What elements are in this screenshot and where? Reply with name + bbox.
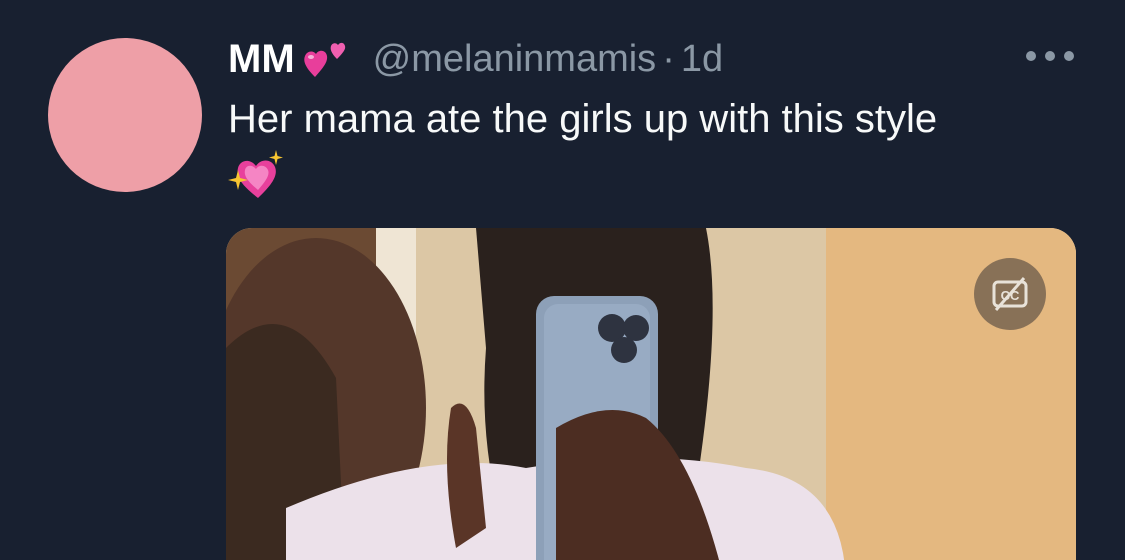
two-hearts-icon — [301, 37, 351, 81]
tweet-text: Her mama ate the girls up with this styl… — [228, 97, 938, 141]
display-name[interactable]: MM — [228, 37, 295, 82]
video-player[interactable] — [226, 228, 1076, 560]
tweet-header: MM @melaninmamis · 1d — [228, 34, 723, 84]
video-frame — [226, 228, 1076, 560]
timestamp[interactable]: 1d — [681, 38, 723, 81]
sparkling-heart-icon — [228, 148, 286, 202]
captions-off-icon: CC — [992, 277, 1028, 311]
more-dot-icon — [1045, 51, 1055, 61]
captions-button[interactable]: CC — [974, 258, 1046, 330]
user-handle[interactable]: @melaninmamis — [373, 38, 657, 81]
separator-dot: · — [662, 37, 675, 80]
avatar[interactable] — [48, 38, 202, 192]
more-dot-icon — [1064, 51, 1074, 61]
tweet[interactable]: MM @melaninmamis · 1d Her mama ate the g… — [0, 0, 1125, 560]
more-dot-icon — [1026, 51, 1036, 61]
more-options-button[interactable] — [1026, 36, 1074, 76]
